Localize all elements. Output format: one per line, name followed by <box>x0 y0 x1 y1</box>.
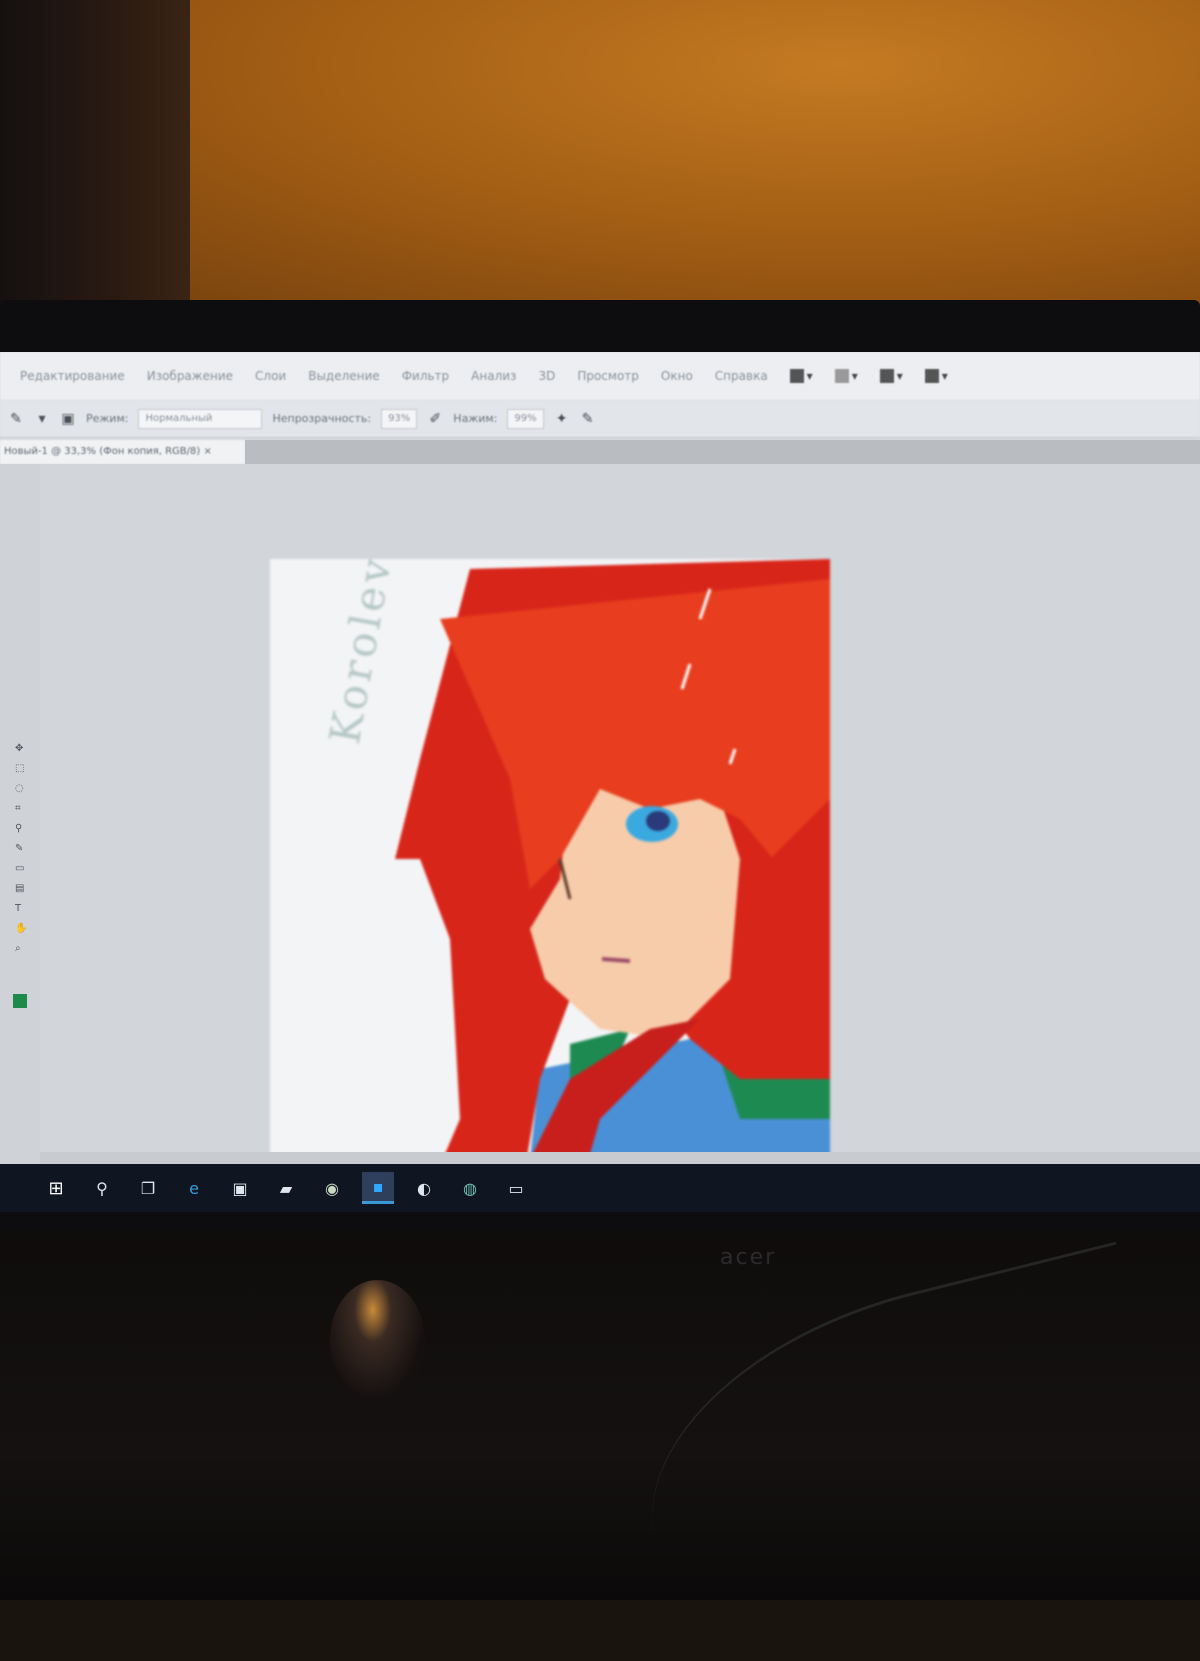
monitor-brand-logo: acer <box>720 1245 777 1270</box>
menu-view[interactable]: Просмотр <box>577 369 639 383</box>
close-icon[interactable]: × <box>204 446 212 457</box>
text-tool-icon[interactable]: T <box>15 904 25 914</box>
mode-label: Режим: <box>86 412 129 425</box>
document-tab-title: Новый-1 @ 33,3% (Фон копия, RGB/8) <box>4 446 201 457</box>
computer-mouse <box>330 1280 425 1400</box>
opacity-pressure-icon[interactable]: ✐ <box>427 411 443 427</box>
pupil <box>646 811 670 831</box>
gradient-tool-icon[interactable]: ▤ <box>15 884 25 894</box>
eyedropper-tool-icon[interactable]: ⚲ <box>15 824 25 834</box>
brush-preset-icon[interactable]: ▾ <box>34 411 50 427</box>
opacity-field[interactable]: 93% <box>381 408 418 429</box>
document-canvas[interactable]: Koroleva Lissya <box>270 559 830 1212</box>
windows-taskbar: ⊞ ⚲ ❐ e ▣ ▰ ◉ ▪ ◐ ◍ ▭ <box>0 1164 1200 1212</box>
explorer-icon[interactable]: ▭ <box>500 1172 532 1204</box>
photoshop-icon[interactable]: ▪ <box>362 1172 394 1204</box>
mode-select[interactable]: Нормальный <box>138 408 263 429</box>
zoom-icon <box>834 369 849 383</box>
menu-filter[interactable]: Фильтр <box>402 369 449 383</box>
menu-select[interactable]: Выделение <box>308 369 379 383</box>
opacity-label: Непрозрачность: <box>272 412 372 425</box>
folder-icon[interactable]: ▰ <box>270 1172 302 1204</box>
menu-edit[interactable]: Редактирование <box>20 369 125 383</box>
status-bar <box>40 1152 1200 1164</box>
zoom-level-button[interactable]: ▾ <box>834 369 858 383</box>
edge-icon[interactable]: e <box>178 1172 210 1204</box>
brush-panel-icon[interactable]: ▣ <box>60 411 76 427</box>
hand-tool-icon[interactable]: ✋ <box>15 924 27 934</box>
workspace: Koroleva Lissya <box>40 464 1200 1212</box>
marquee-tool-icon[interactable]: ⬚ <box>15 764 25 774</box>
move-tool-icon[interactable]: ✥ <box>15 744 25 754</box>
pressure-field[interactable]: 99% <box>507 408 544 429</box>
chrome-icon[interactable]: ◉ <box>316 1172 348 1204</box>
menu-layers[interactable]: Слои <box>255 369 286 383</box>
foreground-color-swatch[interactable] <box>13 994 27 1008</box>
crop-tool-icon[interactable]: ⌗ <box>15 804 25 814</box>
store-icon[interactable]: ▣ <box>224 1172 256 1204</box>
menu-analysis[interactable]: Анализ <box>471 369 516 383</box>
room-shadow <box>0 0 190 330</box>
mouth <box>601 957 631 963</box>
menu-bar: Редактирование Изображение Слои Выделени… <box>0 352 1200 400</box>
start-icon[interactable]: ⊞ <box>40 1172 72 1204</box>
menu-help[interactable]: Справка <box>715 369 768 383</box>
menu-3d[interactable]: 3D <box>538 369 555 383</box>
airbrush-icon[interactable]: ✦ <box>554 411 570 427</box>
screen-mode-button[interactable]: ▾ <box>924 369 948 383</box>
options-bar: ✎ ▾ ▣ Режим: Нормальный Непрозрачность: … <box>0 400 1200 438</box>
bridge-icon <box>789 369 804 383</box>
task-view-icon[interactable]: ❐ <box>132 1172 164 1204</box>
monitor-screen: Редактирование Изображение Слои Выделени… <box>0 352 1200 1212</box>
opera-icon[interactable]: ◐ <box>408 1172 440 1204</box>
screen-mode-icon <box>924 369 939 383</box>
brush-tool-icon[interactable]: ✎ <box>8 411 24 427</box>
zoom-tool-icon[interactable]: ⌕ <box>15 944 25 954</box>
arrange-documents-button[interactable]: ▾ <box>879 369 903 383</box>
arrange-icon <box>879 369 894 383</box>
eraser-tool-icon[interactable]: ▭ <box>15 864 25 874</box>
launch-bridge-button[interactable]: ▾ <box>789 369 813 383</box>
tools-panel: ✥ ⬚ ◌ ⌗ ⚲ ✎ ▭ ▤ T ✋ ⌕ <box>0 464 40 1164</box>
brush-tool-icon-side[interactable]: ✎ <box>15 844 25 854</box>
tablet-pressure-icon[interactable]: ✎ <box>580 411 596 427</box>
tab-strip <box>245 440 1200 464</box>
menu-image[interactable]: Изображение <box>147 369 233 383</box>
document-tab[interactable]: Новый-1 @ 33,3% (Фон копия, RGB/8) × <box>0 440 245 464</box>
lasso-tool-icon[interactable]: ◌ <box>15 784 25 794</box>
browser-icon[interactable]: ◍ <box>454 1172 486 1204</box>
search-icon[interactable]: ⚲ <box>86 1172 118 1204</box>
pressure-label: Нажим: <box>453 412 498 425</box>
menu-window[interactable]: Окно <box>661 369 693 383</box>
